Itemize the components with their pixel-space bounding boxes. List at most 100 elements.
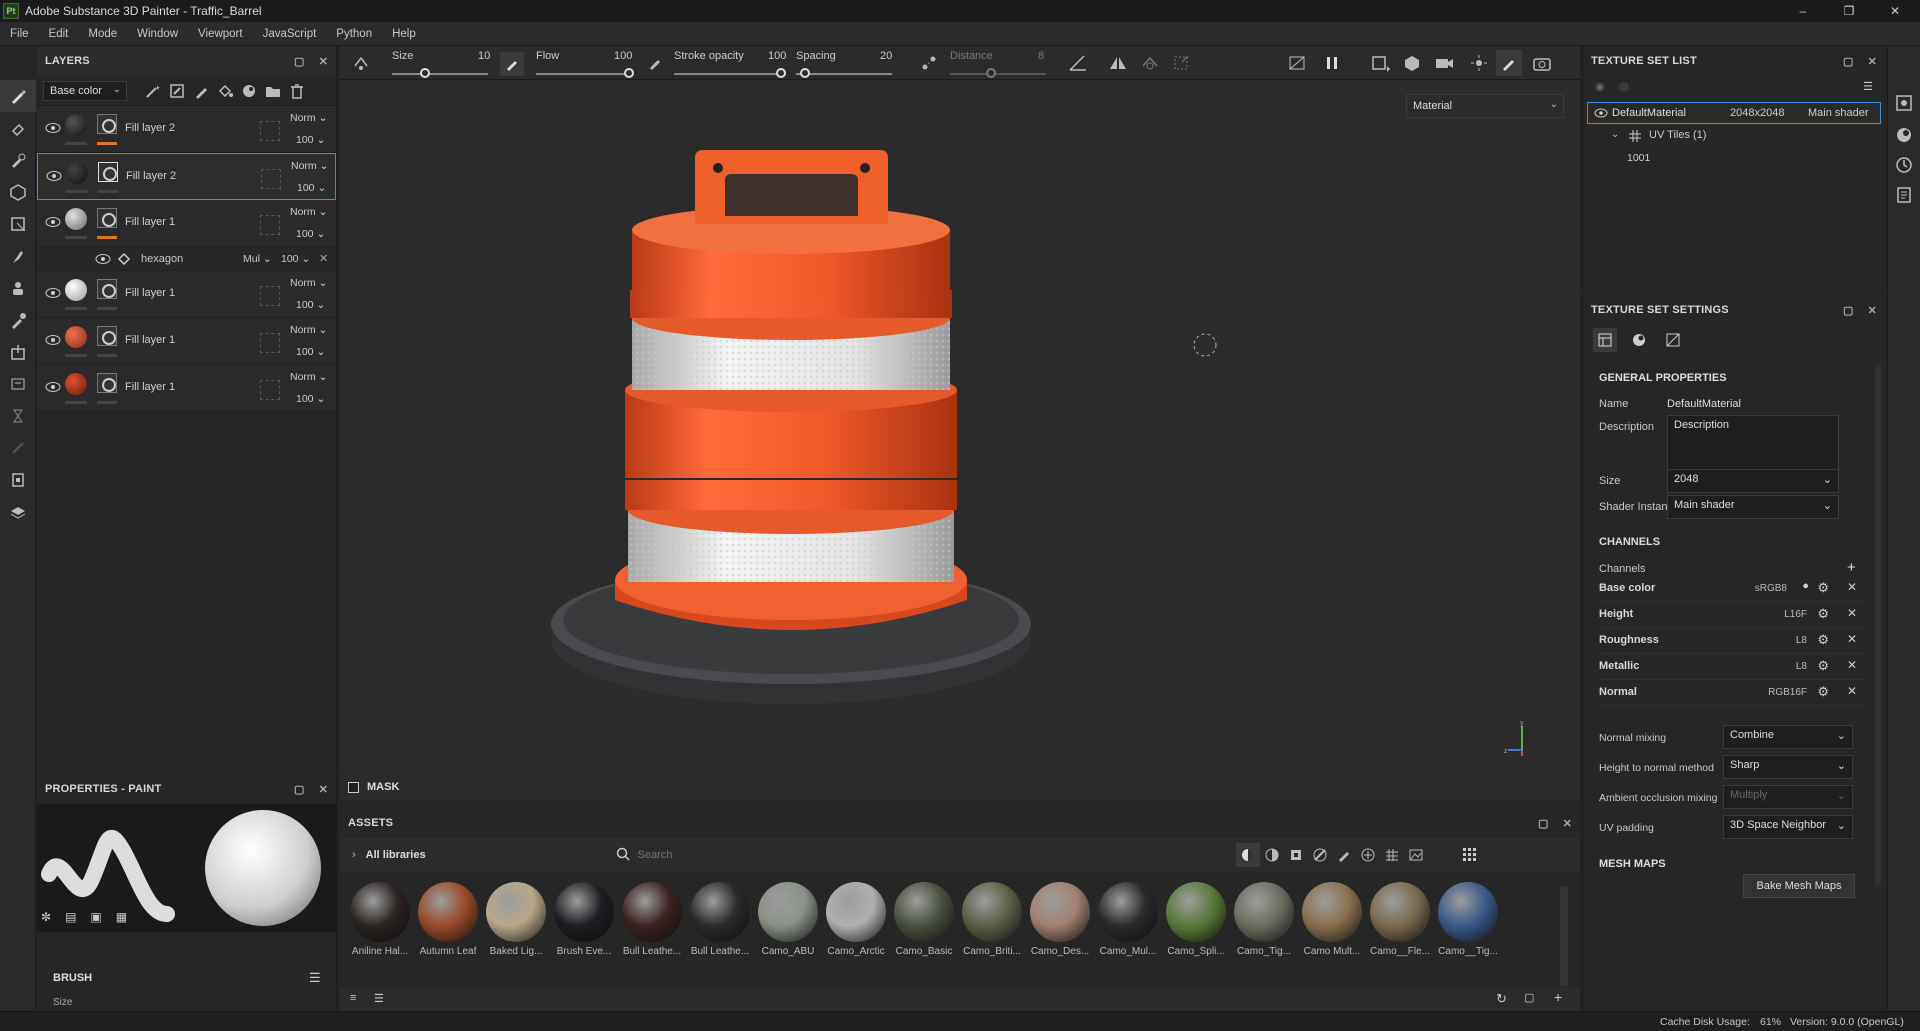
visibility-eye-icon[interactable] bbox=[45, 287, 61, 299]
close-panel-icon[interactable]: ✕ bbox=[319, 55, 328, 68]
size-slider-knob[interactable] bbox=[420, 68, 430, 78]
layer-name[interactable]: Fill layer 1 bbox=[125, 287, 175, 299]
layer-row[interactable]: Fill layer 2 Norm ⌄ 100 ⌄ bbox=[37, 106, 336, 153]
gear-icon[interactable]: ⚙ bbox=[1817, 632, 1829, 648]
screenshot-camera-icon[interactable] bbox=[1532, 54, 1552, 75]
uv-padding-select[interactable]: 3D Space Neighbor ⌄ bbox=[1723, 815, 1853, 839]
pause-icon[interactable] bbox=[1324, 54, 1340, 75]
paint-tool-icon[interactable] bbox=[0, 80, 36, 112]
flow-slider-knob[interactable] bbox=[624, 68, 634, 78]
opacity-select[interactable]: 100 ⌄ bbox=[296, 299, 325, 311]
name-value[interactable]: DefaultMaterial bbox=[1667, 398, 1741, 410]
material-thumbnail[interactable] bbox=[1302, 882, 1362, 942]
layer-mask-slot[interactable] bbox=[261, 169, 281, 189]
chevron-down-icon[interactable]: ⌄ bbox=[1611, 129, 1619, 140]
layer-row[interactable]: Fill layer 1 Norm ⌄ 100 ⌄ bbox=[37, 318, 336, 365]
material-thumbnail[interactable] bbox=[690, 882, 750, 942]
stroke-opacity-value[interactable]: 100 bbox=[768, 50, 786, 62]
channel-format[interactable]: L8 bbox=[1796, 661, 1807, 672]
alpha-icon[interactable]: ▤ bbox=[65, 910, 76, 924]
layer-row[interactable]: Fill layer 1 Norm ⌄ 100 ⌄ bbox=[37, 200, 336, 247]
tab-shader-icon[interactable] bbox=[1627, 328, 1651, 352]
material-thumbnail[interactable] bbox=[894, 882, 954, 942]
uv-tile-row[interactable]: 1001 bbox=[1583, 148, 1885, 170]
settings-scrollbar[interactable] bbox=[1875, 365, 1881, 885]
traffic-barrel-model[interactable] bbox=[340, 80, 1580, 774]
visibility-eye-icon[interactable] bbox=[46, 170, 62, 182]
menu-python[interactable]: Python bbox=[326, 28, 382, 40]
close-icon[interactable]: ✕ bbox=[1872, 0, 1918, 22]
uv-tiles-row[interactable]: ⌄ UV Tiles (1) bbox=[1583, 124, 1885, 148]
blend-mode-select[interactable]: Norm ⌄ bbox=[290, 206, 327, 218]
flow-value[interactable]: 100 bbox=[614, 50, 632, 62]
lazy-mouse-icon[interactable] bbox=[920, 54, 938, 75]
menu-edit[interactable]: Edit bbox=[39, 28, 79, 40]
material-thumbnail[interactable] bbox=[622, 882, 682, 942]
remove-channel-icon[interactable]: ✕ bbox=[1847, 632, 1857, 646]
visibility-eye-icon[interactable] bbox=[45, 122, 61, 134]
material-thumbnail[interactable] bbox=[486, 882, 546, 942]
bake-mesh-maps-button[interactable]: Bake Mesh Maps bbox=[1743, 874, 1855, 898]
tab-general-icon[interactable] bbox=[1593, 328, 1617, 352]
add-effect-icon[interactable] bbox=[237, 79, 261, 103]
opacity-select[interactable]: 100 ⌄ bbox=[296, 393, 325, 405]
viewport-2d-icon[interactable] bbox=[1370, 54, 1392, 75]
layer-name[interactable]: Fill layer 2 bbox=[125, 122, 175, 134]
layer-row[interactable]: Fill layer 1 Norm ⌄ 100 ⌄ bbox=[37, 271, 336, 318]
blend-mode-select[interactable]: Norm ⌄ bbox=[290, 277, 327, 289]
mask-checkbox[interactable] bbox=[348, 781, 359, 793]
material-thumbnail[interactable] bbox=[758, 882, 818, 942]
symmetry-icon[interactable] bbox=[1108, 54, 1128, 75]
add-fill-layer-icon[interactable] bbox=[213, 79, 237, 103]
add-folder-icon[interactable] bbox=[261, 79, 285, 103]
remove-channel-icon[interactable]: ✕ bbox=[1847, 606, 1857, 620]
close-panel-icon[interactable]: ✕ bbox=[319, 783, 328, 796]
library-icon[interactable] bbox=[0, 496, 36, 528]
material-thumbnail[interactable] bbox=[1030, 882, 1090, 942]
tab-uv-icon[interactable] bbox=[1661, 328, 1685, 352]
add-channel-icon[interactable]: + bbox=[1847, 559, 1856, 576]
normal-mixing-select[interactable]: Combine ⌄ bbox=[1723, 725, 1853, 749]
channel-select[interactable]: Base color ⌄ bbox=[43, 80, 127, 101]
new-window-icon[interactable]: ▢ bbox=[1524, 991, 1534, 1004]
texture-set-row[interactable]: DefaultMaterial 2048x2048 Main shader bbox=[1587, 102, 1881, 124]
channel-row[interactable]: Normal RGB16F ⚙ ✕ bbox=[1597, 680, 1867, 706]
material-thumbnail[interactable] bbox=[554, 882, 614, 942]
opacity-select[interactable]: 100 ⌄ bbox=[297, 182, 326, 194]
visibility-icon[interactable]: ◎ bbox=[1619, 80, 1629, 93]
list-menu-icon[interactable]: ☰ bbox=[1863, 80, 1873, 93]
hide-ui-icon[interactable] bbox=[1288, 54, 1306, 75]
sort-icon[interactable]: ≡ bbox=[350, 992, 356, 1004]
layer-name[interactable]: Fill layer 1 bbox=[125, 334, 175, 346]
delete-layer-icon[interactable] bbox=[285, 79, 309, 103]
smudge-tool-icon[interactable] bbox=[0, 240, 36, 272]
material-thumbnail[interactable] bbox=[1234, 882, 1294, 942]
layer-mask-thumbnail[interactable] bbox=[97, 114, 117, 134]
size-value[interactable]: 10 bbox=[478, 50, 490, 62]
layer-row[interactable]: Fill layer 1 Norm ⌄ 100 ⌄ bbox=[37, 365, 336, 412]
layer-mask-thumbnail[interactable] bbox=[97, 279, 117, 299]
camera-video-icon[interactable] bbox=[1434, 54, 1456, 75]
list-options-icon[interactable]: ☰ bbox=[374, 992, 384, 1005]
layer-mask-slot[interactable] bbox=[260, 215, 280, 235]
channel-format[interactable]: RGB16F bbox=[1768, 687, 1807, 698]
projection-tool-icon[interactable] bbox=[0, 144, 36, 176]
undock-icon[interactable]: ▢ bbox=[1843, 55, 1854, 68]
visibility-eye-icon[interactable] bbox=[45, 334, 61, 346]
shader-instance-select[interactable]: Main shader ⌄ bbox=[1667, 495, 1839, 519]
layer-name[interactable]: Fill layer 2 bbox=[126, 170, 176, 182]
geometry-fill-icon[interactable] bbox=[0, 176, 36, 208]
size-slider-track[interactable] bbox=[392, 73, 488, 75]
close-panel-icon[interactable]: ✕ bbox=[1563, 817, 1572, 830]
material-thumbnail[interactable] bbox=[1370, 882, 1430, 942]
material-thumbnail[interactable] bbox=[350, 882, 410, 942]
remove-channel-icon[interactable]: ✕ bbox=[1847, 580, 1857, 594]
brush-lazy-icon[interactable] bbox=[352, 54, 370, 75]
magic-wand-icon[interactable] bbox=[141, 79, 165, 103]
viewport-3d-icon[interactable] bbox=[1402, 54, 1422, 75]
sun-light-icon[interactable] bbox=[1470, 54, 1490, 75]
material-thumbnail[interactable] bbox=[418, 882, 478, 942]
opacity-select[interactable]: 100 ⌄ bbox=[296, 346, 325, 358]
effect-blend-select[interactable]: Mul ⌄ bbox=[243, 253, 272, 265]
layer-mask-slot[interactable] bbox=[260, 286, 280, 306]
